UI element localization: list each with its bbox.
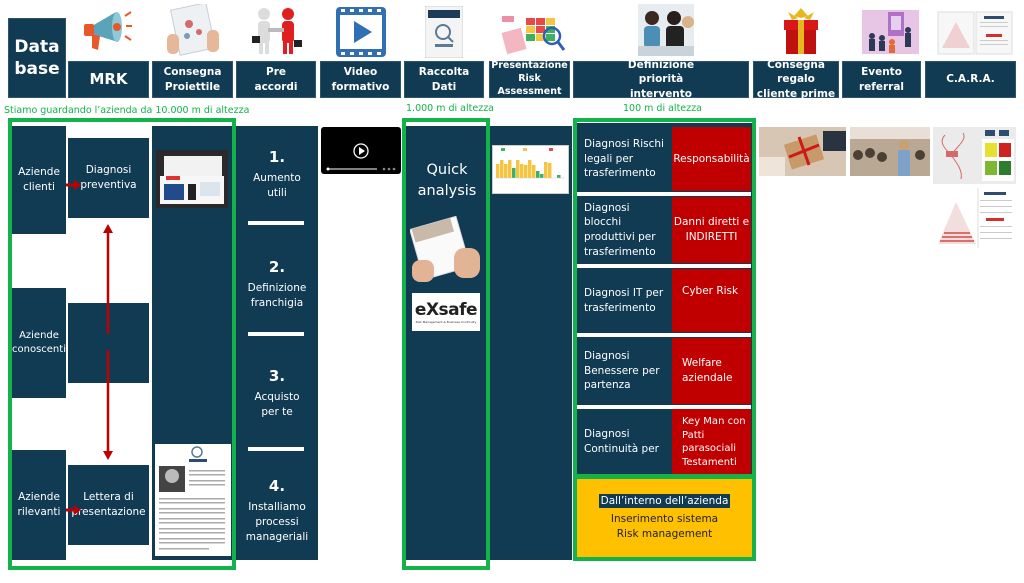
header-consegna-regalo[interactable]: Consegna regalo cliente prime [753,59,839,100]
header-cara[interactable]: C.A.R.A. [925,61,1016,98]
frame-1000m [402,118,490,570]
referral-event-photo [850,127,930,176]
step-divider [248,447,304,451]
step-2-label: Definizione franchigia [247,281,307,309]
internal-risk-line2: Risk management [616,528,713,540]
video-play-icon [336,7,386,57]
step-2: 2. Definizione franchigia [236,257,318,311]
step-4: 4. Installiamo processi manageriali [236,476,318,545]
risk-matrix-icon [500,6,568,58]
step-divider [248,221,304,225]
frame-10000m [8,118,236,570]
gift-delivery-photo [759,127,846,176]
step-3: 3. Acquisto per te [236,366,318,420]
risk-assessment-chart-thumbnail[interactable] [492,145,569,194]
header-definizione-priorita[interactable]: Definizione priorità intervento [573,59,749,100]
altitude-label-1000: 1.000 m di altezza [406,103,495,114]
step-3-label: Acquisto per te [254,390,300,418]
header-pre-accordi[interactable]: Pre accordi [236,61,316,98]
internal-risk-box: Dall’interno dell’azienda Inserimento si… [573,475,756,561]
step-1-label: Aumento utili [253,171,301,199]
meeting-icon [638,4,694,56]
step-4-label: Installiamo processi manageriali [245,500,309,544]
gift-icon [780,6,822,56]
event-icon [862,10,919,54]
video-player[interactable] [321,127,401,174]
internal-risk-line1: Inserimento sistema [610,513,719,526]
header-evento-referral[interactable]: Evento referral [842,61,921,98]
header-video-formativo[interactable]: Video formativo [320,61,401,98]
header-presentazione-risk-assessment[interactable]: Presentazione Risk Assessment [489,60,570,98]
document-icon [936,8,1014,56]
report-icon [425,6,463,58]
frame-100m [573,118,756,478]
altitude-label-100: 100 m di altezza [623,103,702,114]
cara-report-image [934,188,1016,248]
step-divider [248,332,304,336]
step-1: 1. Aumento utili [236,147,318,201]
header-raccolta-dati[interactable]: Raccolta Dati [404,61,484,98]
cara-mindmap-image [933,127,1016,184]
handshake-icon [248,6,304,56]
internal-risk-title: Dall’interno dell’azienda [598,494,731,509]
